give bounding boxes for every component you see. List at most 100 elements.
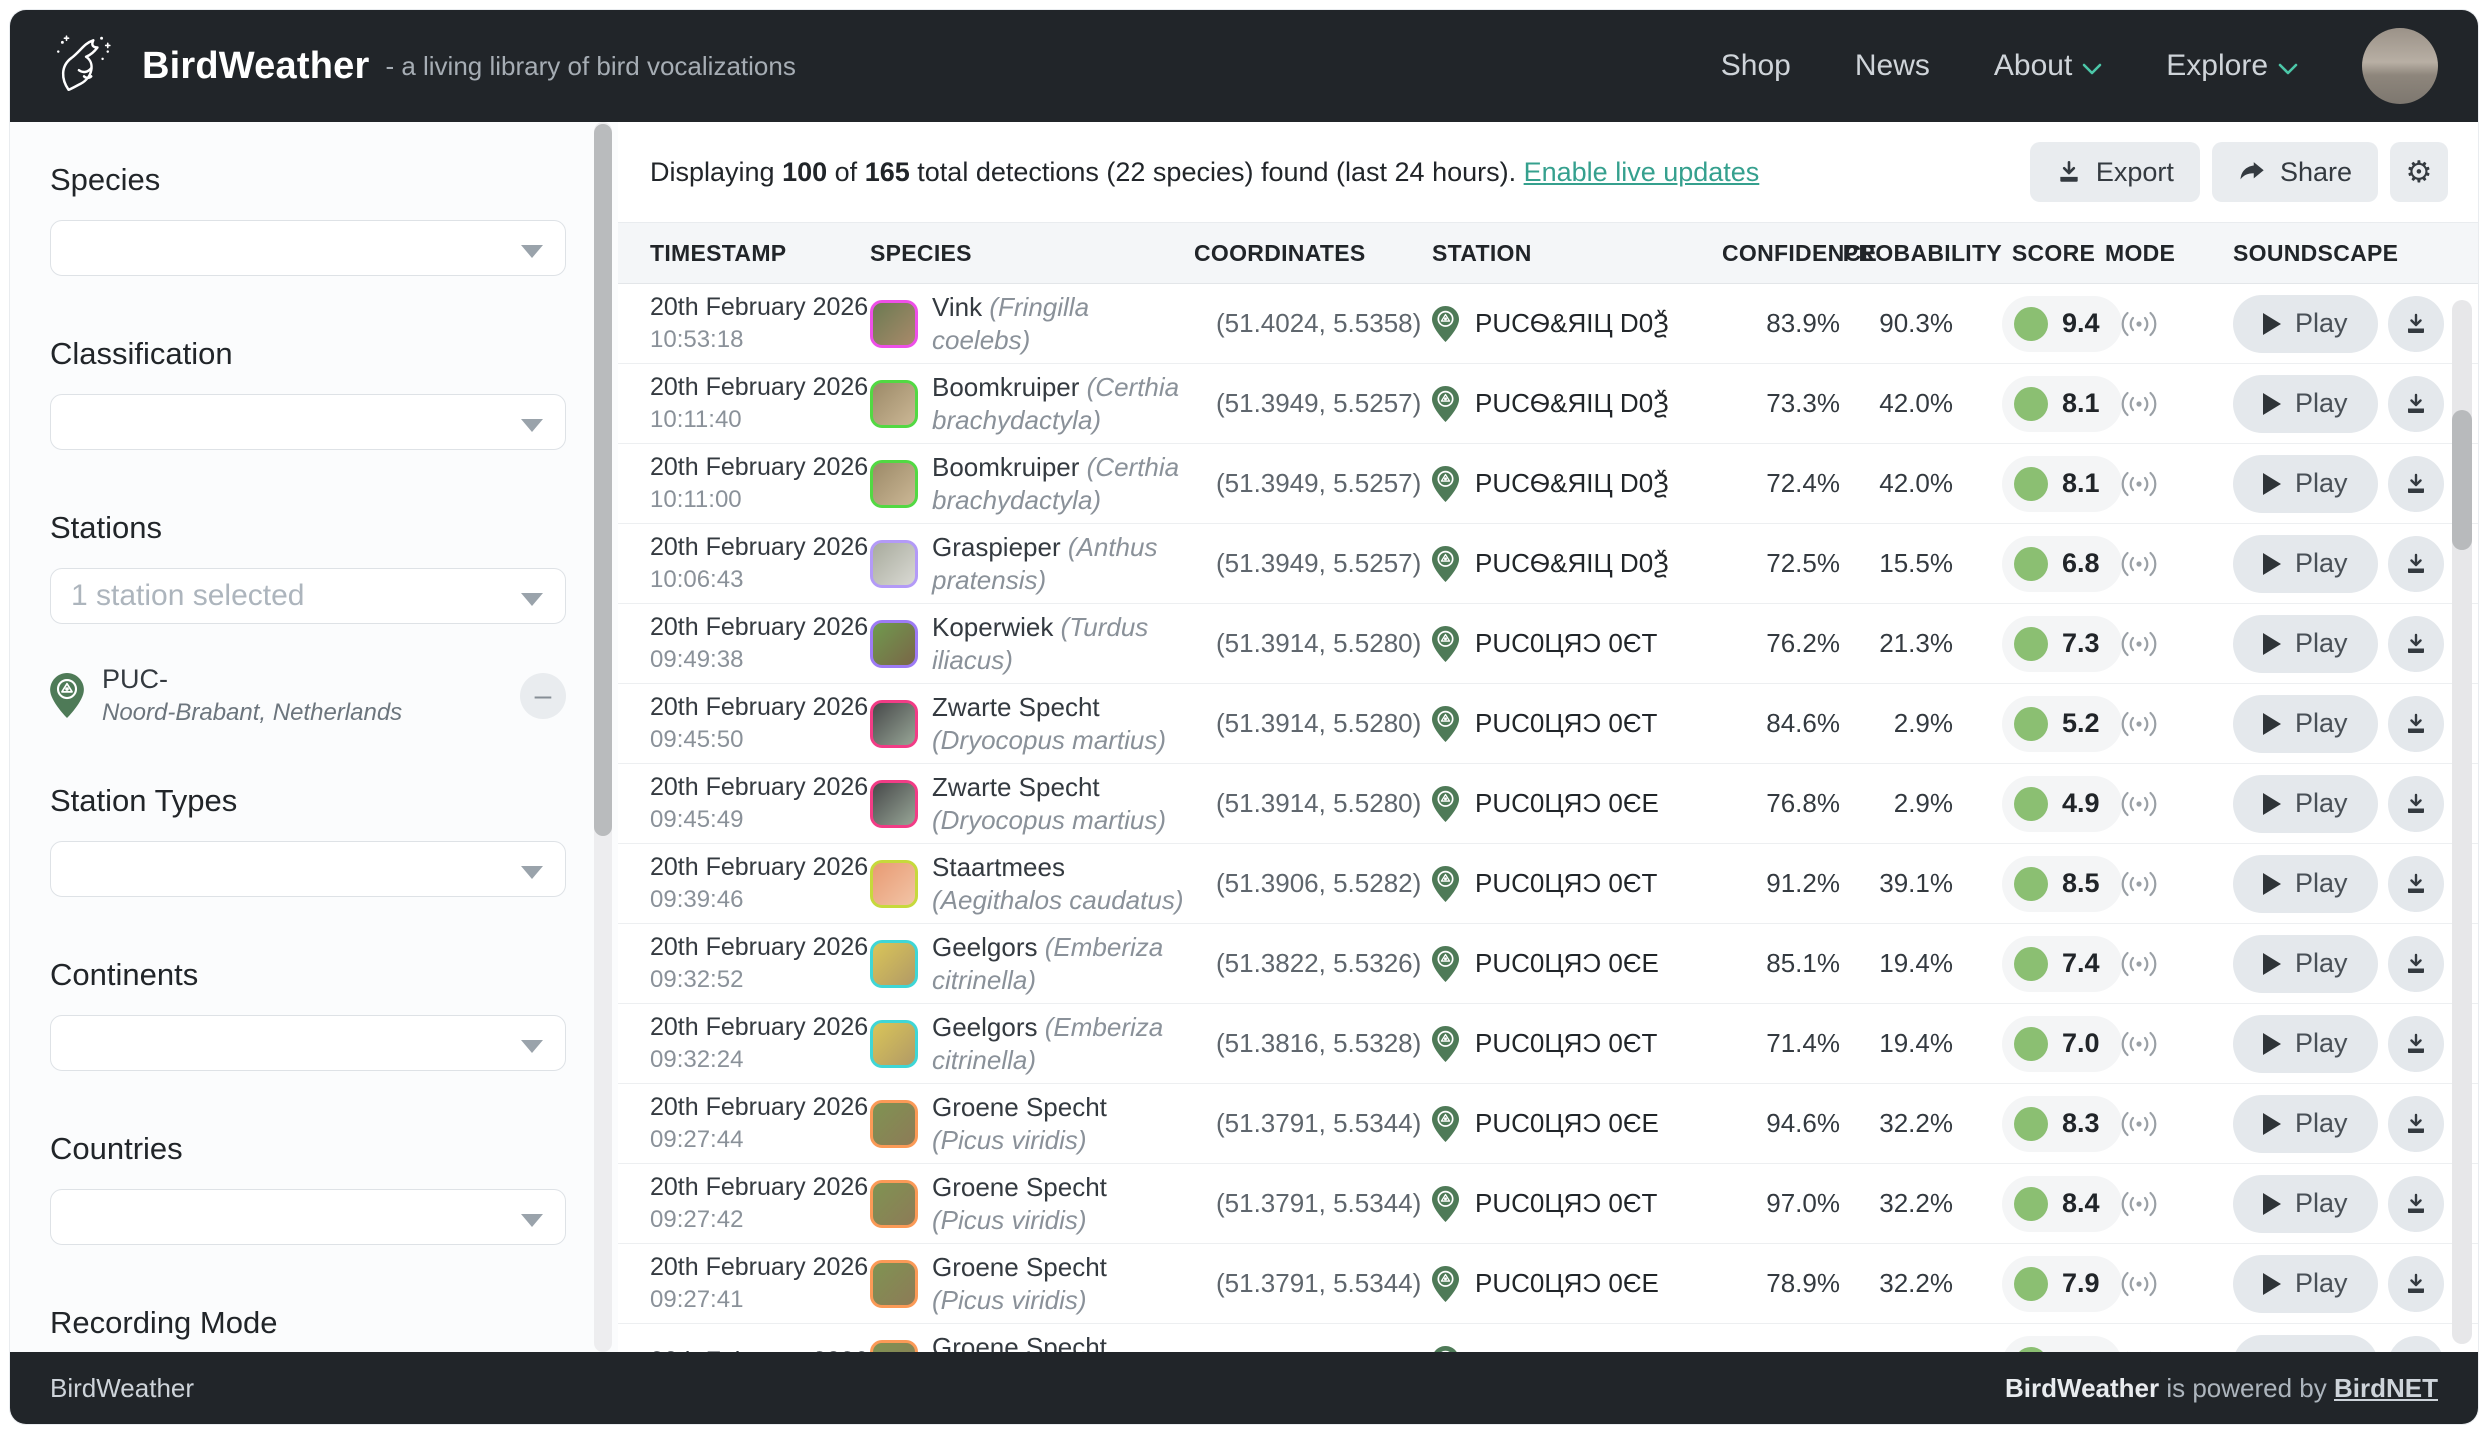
play-button[interactable]: Play [2233,375,2378,433]
species-name[interactable]: Groene Specht (Picus viridis) [932,1091,1194,1156]
species-name[interactable]: Staartmees (Aegithalos caudatus) [932,851,1194,916]
filter-select-station-types[interactable] [50,841,566,897]
species-name[interactable]: Zwarte Specht (Dryocopus martius) [932,691,1194,756]
play-button[interactable]: Play [2233,775,2378,833]
download-icon [2404,312,2428,336]
download-button[interactable] [2388,1096,2444,1152]
play-button[interactable]: Play [2233,1255,2378,1313]
species-name[interactable]: Boomkruiper (Certhia brachydactyla) [932,451,1194,516]
species-thumbnail[interactable] [870,1100,918,1148]
species-name[interactable]: Groene Specht (Picus viridis) [932,1171,1194,1236]
play-button[interactable]: Play [2233,455,2378,513]
play-button[interactable]: Play [2233,615,2378,673]
species-thumbnail[interactable] [870,620,918,668]
download-button[interactable] [2388,376,2444,432]
filter-label: Countries [50,1131,618,1167]
download-button[interactable] [2388,936,2444,992]
play-button[interactable]: Play [2233,1175,2378,1233]
species-name[interactable]: Koperwiek (Turdus iliacus) [932,611,1194,676]
download-button[interactable] [2388,1016,2444,1072]
species-name[interactable]: Vink (Fringilla coelebs) [932,291,1194,356]
download-button[interactable] [2388,616,2444,672]
remove-station-button[interactable]: – [520,673,566,719]
species-thumbnail[interactable] [870,1340,918,1353]
download-button[interactable] [2388,456,2444,512]
enable-live-updates-link[interactable]: Enable live updates [1524,157,1760,187]
download-button[interactable] [2388,1176,2444,1232]
share-button[interactable]: Share [2212,142,2378,202]
play-button[interactable]: Play [2233,935,2378,993]
filter-select-stations[interactable]: 1 station selected [50,568,566,624]
play-button[interactable]: Play [2233,295,2378,353]
score-dot-icon [2014,467,2048,501]
play-button[interactable]: Play [2233,855,2378,913]
download-button[interactable] [2388,296,2444,352]
nav-item-explore[interactable]: Explore [2166,49,2298,83]
species-latin-name: (Aegithalos caudatus) [932,885,1183,915]
filter-select-classification[interactable] [50,394,566,450]
species-thumbnail[interactable] [870,700,918,748]
download-button[interactable] [2388,856,2444,912]
species-thumbnail[interactable] [870,460,918,508]
species-name[interactable]: Geelgors (Emberiza citrinella) [932,1011,1194,1076]
nav-item-shop[interactable]: Shop [1721,49,1791,83]
play-button[interactable]: Play [2233,1335,2378,1353]
species-name[interactable]: Groene Specht (Picus viridis) [932,1251,1194,1316]
download-button[interactable] [2388,696,2444,752]
filter-label: Station Types [50,783,618,819]
station-name[interactable]: PUC0ЦЯƆ 0ЄЕ [1475,1268,1659,1299]
species-name[interactable]: Zwarte Specht (Dryocopus martius) [932,771,1194,836]
nav-item-about[interactable]: About [1994,49,2102,83]
filter-select-species[interactable] [50,220,566,276]
settings-button[interactable]: ⚙ [2390,142,2448,202]
user-avatar[interactable] [2362,28,2438,104]
species-thumbnail[interactable] [870,860,918,908]
birdweather-logo-icon[interactable] [50,31,116,102]
species-thumbnail[interactable] [870,1180,918,1228]
table-scrollbar-thumb[interactable] [2452,410,2472,550]
play-button[interactable]: Play [2233,695,2378,753]
export-button[interactable]: Export [2030,142,2200,202]
station-name[interactable]: PUC0ЦЯƆ 0ЄЕ [1475,948,1659,979]
species-thumbnail[interactable] [870,1260,918,1308]
download-button[interactable] [2388,1256,2444,1312]
download-button[interactable] [2388,536,2444,592]
birdnet-link[interactable]: BirdNET [2334,1373,2438,1403]
station-name[interactable]: PUC0ЦЯƆ 0ЄТ [1475,868,1657,899]
station-name[interactable]: PUC0ЦЯƆ 0ЄЕ [1475,788,1659,819]
species-thumbnail[interactable] [870,540,918,588]
station-pin-icon [1432,386,1459,422]
species-name[interactable]: Groene Specht (Picus viridis) [932,1331,1194,1352]
station-name[interactable]: PUCѲ&ЯІЦ D0Ѯ [1475,468,1669,499]
species-name[interactable]: Graspieper (Anthus pratensis) [932,531,1194,596]
species-name[interactable]: Boomkruiper (Certhia brachydactyla) [932,371,1194,436]
play-button[interactable]: Play [2233,1095,2378,1153]
species-latin-name: (Picus viridis) [932,1285,1087,1315]
top-navbar: BirdWeather - a living library of bird v… [10,10,2478,122]
download-button[interactable] [2388,776,2444,832]
species-thumbnail[interactable] [870,780,918,828]
species-thumbnail[interactable] [870,940,918,988]
species-thumbnail[interactable] [870,300,918,348]
station-name[interactable]: PUCѲ&ЯІЦ D0Ѯ [1475,388,1669,419]
station-name[interactable]: PUC0ЦЯƆ 0ЄТ [1475,1028,1657,1059]
filter-select-continents[interactable] [50,1015,566,1071]
station-name[interactable]: PUC0ЦЯƆ 0ЄТ [1475,628,1657,659]
detection-time: 09:32:24 [650,1046,870,1074]
score-dot-icon [2014,387,2048,421]
species-name[interactable]: Geelgors (Emberiza citrinella) [932,931,1194,996]
station-name[interactable]: PUC0ЦЯƆ 0ЄТ [1475,708,1657,739]
station-name[interactable]: PUC0ЦЯƆ 0ЄЕ [1475,1108,1659,1139]
score-cell: 4.9 [2002,776,2105,832]
species-thumbnail[interactable] [870,380,918,428]
filter-select-countries[interactable] [50,1189,566,1245]
play-button[interactable]: Play [2233,535,2378,593]
play-button[interactable]: Play [2233,1015,2378,1073]
station-name[interactable]: PUCѲ&ЯІЦ D0Ѯ [1475,308,1669,339]
sidebar-scrollbar-thumb[interactable] [594,124,612,836]
station-name[interactable]: PUCѲ&ЯІЦ D0Ѯ [1475,548,1669,579]
species-thumbnail[interactable] [870,1020,918,1068]
nav-item-news[interactable]: News [1855,49,1930,83]
download-button[interactable] [2388,1336,2444,1353]
station-name[interactable]: PUC0ЦЯƆ 0ЄТ [1475,1188,1657,1219]
